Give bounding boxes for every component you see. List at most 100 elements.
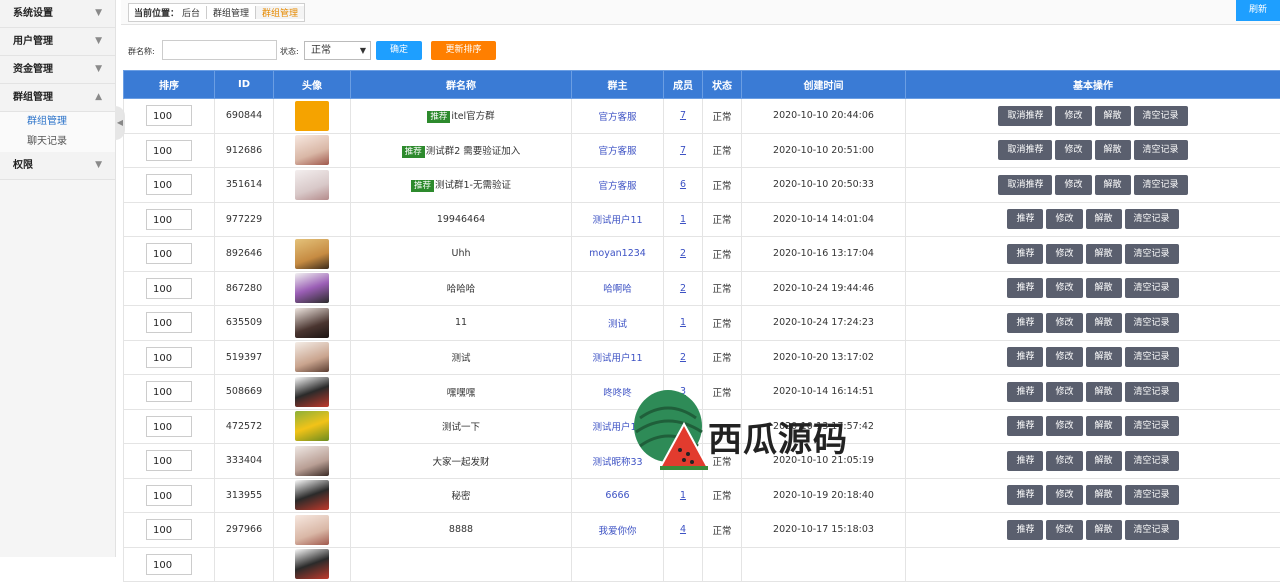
- dissolve-button[interactable]: 解散: [1086, 382, 1122, 402]
- recommend-button[interactable]: 推荐: [1007, 382, 1043, 402]
- members-link[interactable]: 2: [680, 352, 686, 363]
- owner-link[interactable]: 测试用户11: [592, 215, 642, 226]
- recommend-button[interactable]: 推荐: [1007, 485, 1043, 505]
- recommend-button[interactable]: 推荐: [1007, 313, 1043, 333]
- owner-link[interactable]: 6666: [605, 490, 629, 501]
- sort-input[interactable]: 100: [146, 243, 192, 264]
- members-link[interactable]: 3: [680, 386, 686, 397]
- sort-input[interactable]: 100: [146, 105, 192, 126]
- sidebar-section-permissions[interactable]: 权限 ▼: [0, 152, 115, 180]
- recommend-button[interactable]: 推荐: [1007, 347, 1043, 367]
- clear-records-button[interactable]: 清空记录: [1125, 209, 1179, 229]
- members-link[interactable]: 7: [680, 145, 686, 156]
- unrecommend-button[interactable]: 取消推荐: [998, 175, 1052, 195]
- dissolve-button[interactable]: 解散: [1086, 347, 1122, 367]
- clear-records-button[interactable]: 清空记录: [1134, 140, 1188, 160]
- members-link[interactable]: 6: [680, 179, 686, 190]
- dissolve-button[interactable]: 解散: [1086, 485, 1122, 505]
- recommend-button[interactable]: 推荐: [1007, 244, 1043, 264]
- owner-link[interactable]: 官方客服: [598, 146, 636, 157]
- clear-records-button[interactable]: 清空记录: [1125, 382, 1179, 402]
- dissolve-button[interactable]: 解散: [1086, 451, 1122, 471]
- edit-button[interactable]: 修改: [1046, 382, 1082, 402]
- recommend-button[interactable]: 推荐: [1007, 416, 1043, 436]
- dissolve-button[interactable]: 解散: [1086, 520, 1122, 540]
- edit-button[interactable]: 修改: [1046, 278, 1082, 298]
- owner-link[interactable]: 官方客服: [598, 181, 636, 192]
- members-link[interactable]: 2: [680, 248, 686, 259]
- clear-records-button[interactable]: 清空记录: [1125, 347, 1179, 367]
- owner-link[interactable]: 咚咚咚: [603, 388, 632, 399]
- edit-button[interactable]: 修改: [1046, 347, 1082, 367]
- sort-input[interactable]: 100: [146, 209, 192, 230]
- sort-input[interactable]: 100: [146, 450, 192, 471]
- edit-button[interactable]: 修改: [1055, 106, 1091, 126]
- members-link[interactable]: 1: [680, 214, 686, 225]
- dissolve-button[interactable]: 解散: [1086, 244, 1122, 264]
- sidebar-item-group-management[interactable]: 群组管理: [0, 112, 115, 132]
- edit-button[interactable]: 修改: [1046, 209, 1082, 229]
- sort-input[interactable]: 100: [146, 140, 192, 161]
- owner-link[interactable]: 哈啊哈: [603, 284, 632, 295]
- dissolve-button[interactable]: 解散: [1086, 416, 1122, 436]
- sort-input[interactable]: 100: [146, 485, 192, 506]
- recommend-button[interactable]: 推荐: [1007, 520, 1043, 540]
- sidebar-section-system-settings[interactable]: 系统设置 ▼: [0, 0, 115, 28]
- group-name-input[interactable]: [162, 40, 277, 60]
- owner-link[interactable]: 测试用户11: [592, 353, 642, 364]
- clear-records-button[interactable]: 清空记录: [1125, 451, 1179, 471]
- clear-records-button[interactable]: 清空记录: [1125, 278, 1179, 298]
- status-select[interactable]: 正常 ▼: [304, 41, 371, 60]
- members-link[interactable]: 4: [680, 524, 686, 535]
- edit-button[interactable]: 修改: [1046, 416, 1082, 436]
- clear-records-button[interactable]: 清空记录: [1125, 416, 1179, 436]
- unrecommend-button[interactable]: 取消推荐: [998, 140, 1052, 160]
- clear-records-button[interactable]: 清空记录: [1125, 520, 1179, 540]
- owner-link[interactable]: 官方客服: [598, 112, 636, 123]
- edit-button[interactable]: 修改: [1046, 451, 1082, 471]
- dissolve-button[interactable]: 解散: [1095, 106, 1131, 126]
- members-link[interactable]: 1: [680, 490, 686, 501]
- members-link[interactable]: 1: [680, 317, 686, 328]
- sort-input[interactable]: 100: [146, 312, 192, 333]
- edit-button[interactable]: 修改: [1055, 140, 1091, 160]
- recommend-button[interactable]: 推荐: [1007, 278, 1043, 298]
- edit-button[interactable]: 修改: [1046, 520, 1082, 540]
- owner-link[interactable]: moyan1234: [589, 248, 646, 259]
- recommend-button[interactable]: 推荐: [1007, 209, 1043, 229]
- clear-records-button[interactable]: 清空记录: [1125, 485, 1179, 505]
- edit-button[interactable]: 修改: [1046, 244, 1082, 264]
- sort-input[interactable]: 100: [146, 347, 192, 368]
- sort-input[interactable]: 100: [146, 278, 192, 299]
- owner-link[interactable]: 测试昵称33: [592, 457, 642, 468]
- sort-input[interactable]: 100: [146, 416, 192, 437]
- breadcrumb-item[interactable]: 群组管理: [207, 6, 256, 19]
- sidebar-section-group-management[interactable]: 群组管理 ▲: [0, 84, 115, 112]
- members-link[interactable]: 7: [680, 110, 686, 121]
- clear-records-button[interactable]: 清空记录: [1125, 244, 1179, 264]
- clear-records-button[interactable]: 清空记录: [1134, 106, 1188, 126]
- sort-input[interactable]: 100: [146, 174, 192, 195]
- sort-input[interactable]: 100: [146, 381, 192, 402]
- clear-records-button[interactable]: 清空记录: [1125, 313, 1179, 333]
- sidebar-section-fund-management[interactable]: 资金管理 ▼: [0, 56, 115, 84]
- breadcrumb-item[interactable]: 后台: [182, 6, 207, 19]
- dissolve-button[interactable]: 解散: [1095, 140, 1131, 160]
- dissolve-button[interactable]: 解散: [1095, 175, 1131, 195]
- edit-button[interactable]: 修改: [1046, 313, 1082, 333]
- recommend-button[interactable]: 推荐: [1007, 451, 1043, 471]
- confirm-button[interactable]: 确定: [376, 41, 422, 60]
- clear-records-button[interactable]: 清空记录: [1134, 175, 1188, 195]
- sort-input[interactable]: 100: [146, 519, 192, 540]
- sidebar-section-user-management[interactable]: 用户管理 ▼: [0, 28, 115, 56]
- members-link[interactable]: 2: [680, 283, 686, 294]
- edit-button[interactable]: 修改: [1046, 485, 1082, 505]
- refresh-button[interactable]: 刷新: [1236, 0, 1280, 21]
- owner-link[interactable]: 我爱你你: [598, 526, 636, 537]
- owner-link[interactable]: 测试: [608, 319, 627, 330]
- sidebar-item-chat-records[interactable]: 聊天记录: [0, 132, 115, 152]
- dissolve-button[interactable]: 解散: [1086, 313, 1122, 333]
- owner-link[interactable]: 测试用户11: [592, 422, 642, 433]
- dissolve-button[interactable]: 解散: [1086, 278, 1122, 298]
- unrecommend-button[interactable]: 取消推荐: [998, 106, 1052, 126]
